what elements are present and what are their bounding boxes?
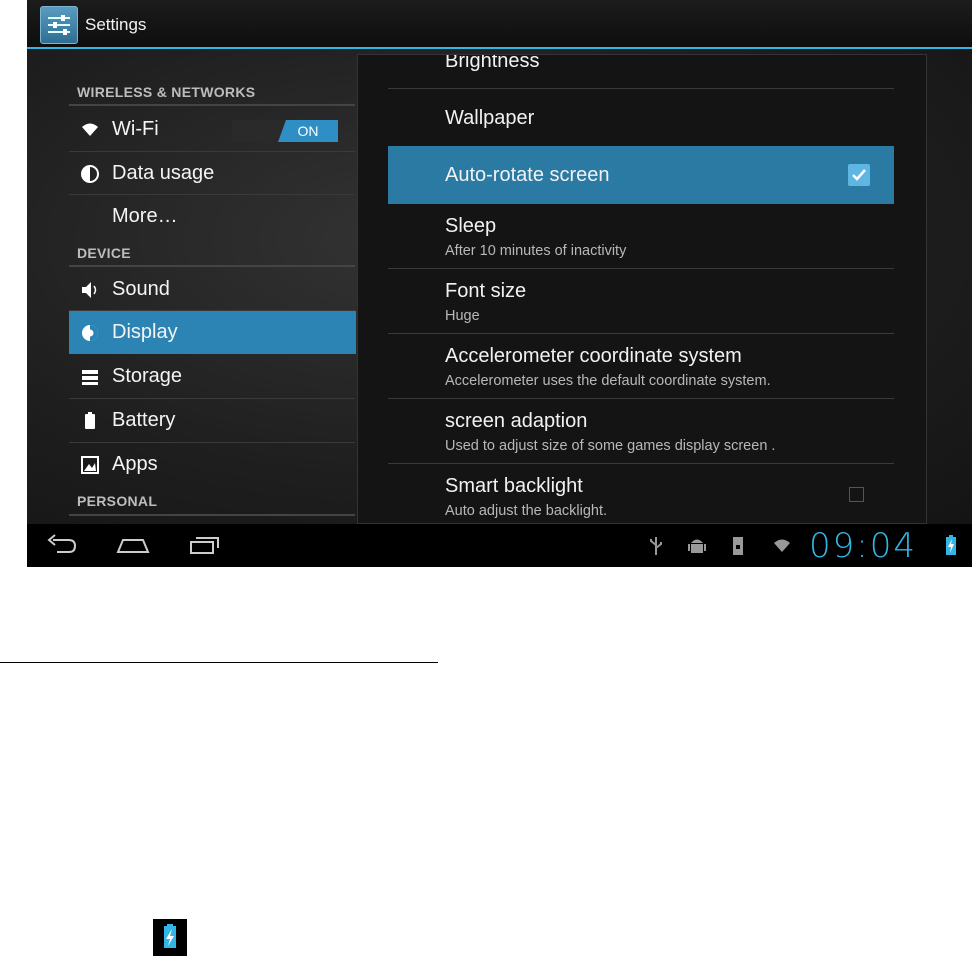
smart-backlight-checkbox[interactable] [849,487,864,502]
pref-title: Smart backlight [445,475,583,497]
sidebar-item-apps[interactable]: Apps [69,443,356,486]
pref-screen-adaption[interactable]: screen adaption Used to adjust size of s… [388,399,894,463]
auto-rotate-checkbox[interactable] [848,164,870,186]
storage-icon [82,370,98,385]
pref-title: Accelerometer coordinate system [445,345,742,367]
battery-charging-icon [153,919,187,956]
pref-auto-rotate[interactable]: Auto-rotate screen [388,146,894,204]
settings-app-icon[interactable] [40,6,78,44]
back-icon[interactable] [45,532,79,558]
sidebar-item-label: Storage [112,365,183,387]
divider [69,265,355,267]
sidebar-item-display[interactable]: Display [69,311,356,354]
sidebar-item-label: Display [112,321,178,343]
recent-apps-icon[interactable] [187,532,223,558]
tablet-screen: Settings WIRELESS & NETWORKS Wi-Fi ON Da… [27,0,972,567]
status-clock: 09:04 [809,526,917,566]
sidebar-item-storage[interactable]: Storage [69,355,356,398]
horizontal-rule [0,662,438,663]
display-settings-panel: Brightness Wallpaper Auto-rotate screen … [357,54,927,524]
wifi-icon [82,123,98,136]
battery-icon [85,412,95,429]
sidebar-item-label: Apps [112,453,158,475]
sidebar-item-more[interactable]: More… [69,195,356,238]
wifi-signal-icon [774,539,790,552]
sidebar-item-label: Sound [112,278,170,300]
sidebar-item-label: Data usage [112,162,215,184]
speaker-icon [82,282,97,298]
sidebar-item-wifi[interactable]: Wi-Fi ON [69,108,356,151]
divider [69,514,355,516]
pref-wallpaper[interactable]: Wallpaper [388,89,894,145]
section-header-personal: PERSONAL [77,493,158,509]
sidebar-item-battery[interactable]: Battery [69,399,356,442]
sidebar-item-label: More… [112,205,178,227]
apps-icon [81,456,99,474]
section-header-wireless: WIRELESS & NETWORKS [77,84,256,100]
sidebar-item-label: Battery [112,409,176,431]
divider [69,104,355,106]
pref-title: Font size [445,280,527,302]
sidebar-item-data-usage[interactable]: Data usage [69,152,356,195]
usb-icon [650,537,662,555]
pref-font-size[interactable]: Font size Huge [388,269,894,333]
pref-summary: Huge [445,308,480,324]
wifi-toggle[interactable]: ON [232,120,338,142]
pref-summary: After 10 minutes of inactivity [445,243,627,259]
pref-summary: Used to adjust size of some games displa… [445,438,776,454]
app-title: Settings [85,15,147,34]
battery-charging-icon [946,535,956,555]
data-usage-icon [81,165,99,183]
system-nav-bar: 09:04 [27,524,972,567]
sidebar-item-sound[interactable]: Sound [69,268,356,311]
pref-title: Wallpaper [445,107,535,129]
pref-sleep[interactable]: Sleep After 10 minutes of inactivity [388,205,894,268]
settings-content: WIRELESS & NETWORKS Wi-Fi ON Data usage [27,49,972,524]
pref-title: Brightness [445,54,540,72]
settings-sidebar: WIRELESS & NETWORKS Wi-Fi ON Data usage [69,49,356,524]
pref-title: Sleep [445,215,497,237]
checkmark-icon [852,169,866,181]
pref-smart-backlight[interactable]: Smart backlight Auto adjust the backligh… [388,464,894,523]
pref-accelerometer[interactable]: Accelerometer coordinate system Accelero… [388,334,894,398]
pref-title: screen adaption [445,410,588,432]
section-header-device: DEVICE [77,245,131,261]
pref-title: Auto-rotate screen [445,164,610,186]
pref-summary: Auto adjust the backlight. [445,503,608,519]
sd-card-icon [733,537,743,555]
display-brightness-icon [82,325,98,341]
pref-summary: Accelerometer uses the default coordinat… [445,373,771,389]
pref-brightness[interactable]: Brightness [388,54,894,87]
action-bar: Settings [27,0,972,49]
sidebar-item-label: Wi-Fi [112,118,159,140]
android-debug-icon [688,539,706,553]
wifi-toggle-on: ON [278,120,338,142]
home-icon[interactable] [115,532,151,558]
